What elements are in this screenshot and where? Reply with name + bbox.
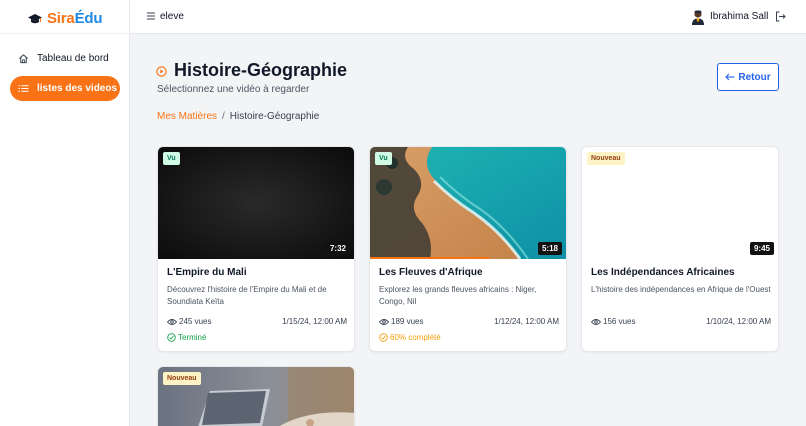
eye-icon — [379, 318, 389, 325]
sidebar: SiraÉdu Tableau de bord listes des video… — [0, 0, 130, 426]
video-thumbnail[interactable]: Vu 7:32 — [158, 147, 354, 259]
video-card[interactable]: Vu 5:18 Les Fleuves d'Afrique Explorez l… — [369, 146, 567, 352]
duration-badge: 5:18 — [537, 242, 562, 255]
video-views-count: 189 vues — [391, 317, 424, 326]
brand-name-part2: Édu — [74, 10, 103, 27]
video-views: 189 vues — [379, 317, 423, 326]
duration-badge: 9:45 — [749, 242, 774, 255]
duration-badge: 7:32 — [325, 242, 350, 255]
video-date: 1/10/24, 12:00 AM — [706, 317, 771, 326]
video-views-count: 245 vues — [179, 317, 212, 326]
video-thumbnail[interactable]: Nouveau 9:45 — [582, 147, 778, 259]
page-subtitle: Sélectionnez une vidéo à regarder — [157, 84, 310, 95]
brand-name-part1: Sira — [47, 10, 75, 27]
video-description: Découvrez l'histoire de l'Empire du Mali… — [167, 285, 327, 306]
user-name[interactable]: Ibrahima Sall — [710, 11, 768, 22]
brand-name: SiraÉdu — [47, 10, 102, 27]
sidebar-divider — [0, 33, 130, 34]
video-date: 1/12/24, 12:00 AM — [494, 317, 559, 326]
page-title: Histoire-Géographie — [174, 60, 348, 80]
video-status-label: Terminé — [178, 333, 207, 342]
watch-progress-bar — [370, 257, 489, 259]
breadcrumb-link-subjects[interactable]: Mes Matières — [157, 111, 217, 122]
video-thumbnail[interactable]: Nouveau — [158, 367, 354, 426]
video-description: L'histoire des indépendances en Afrique … — [591, 285, 771, 294]
video-card[interactable]: Vu 7:32 L'Empire du Mali Découvrez l'his… — [157, 146, 355, 352]
sidebar-item-label: Tableau de bord — [37, 53, 109, 64]
check-circle-icon — [167, 333, 176, 342]
video-meta: 189 vues 1/12/24, 12:00 AM — [379, 317, 559, 326]
new-badge: Nouveau — [163, 372, 201, 385]
video-status-label: 60% complété — [390, 333, 441, 342]
arrow-left-icon — [725, 73, 735, 81]
brand-logo[interactable]: SiraÉdu — [28, 10, 102, 27]
eye-icon — [591, 318, 601, 325]
sidebar-item-label: listes des videos — [37, 83, 118, 94]
video-date: 1/15/24, 12:00 AM — [282, 317, 347, 326]
sidebar-item-videos[interactable]: listes des videos — [10, 76, 120, 101]
topbar: eleve Ibrahima Sall — [130, 0, 806, 34]
video-title[interactable]: L'Empire du Mali — [167, 267, 247, 278]
video-views-count: 156 vues — [603, 317, 636, 326]
eye-icon — [167, 318, 177, 325]
user-avatar[interactable] — [691, 9, 705, 25]
breadcrumb: Mes Matières / Histoire-Géographie — [157, 111, 319, 122]
video-status: 60% complété — [379, 333, 441, 342]
video-card[interactable]: Nouveau — [157, 366, 355, 426]
video-views: 156 vues — [591, 317, 635, 326]
sidebar-item-dashboard[interactable]: Tableau de bord — [10, 46, 120, 71]
seen-badge: Vu — [163, 152, 180, 165]
video-meta: 245 vues 1/15/24, 12:00 AM — [167, 317, 347, 326]
menu-icon[interactable] — [146, 11, 156, 21]
check-circle-icon — [379, 333, 388, 342]
video-title[interactable]: Les Indépendances Africaines — [591, 267, 735, 278]
video-status: Terminé — [167, 333, 206, 342]
seen-badge: Vu — [375, 152, 392, 165]
breadcrumb-current: Histoire-Géographie — [229, 111, 320, 122]
list-icon — [17, 83, 29, 95]
back-button-label: Retour — [738, 71, 771, 83]
video-thumbnail[interactable]: Vu 5:18 — [370, 147, 566, 259]
video-description: Explorez les grands fleuves africains : … — [379, 285, 537, 306]
topbar-role-title: eleve — [160, 11, 184, 22]
new-badge: Nouveau — [587, 152, 625, 165]
video-meta: 156 vues 1/10/24, 12:00 AM — [591, 317, 771, 326]
logout-icon[interactable] — [775, 11, 786, 22]
breadcrumb-separator: / — [222, 111, 225, 122]
back-button[interactable]: Retour — [717, 63, 779, 91]
video-title[interactable]: Les Fleuves d'Afrique — [379, 267, 483, 278]
graduation-cap-icon — [28, 13, 42, 23]
home-icon — [17, 53, 29, 65]
video-views: 245 vues — [167, 317, 211, 326]
video-card[interactable]: Nouveau 9:45 Les Indépendances Africaine… — [581, 146, 779, 352]
play-circle-icon — [156, 66, 167, 77]
